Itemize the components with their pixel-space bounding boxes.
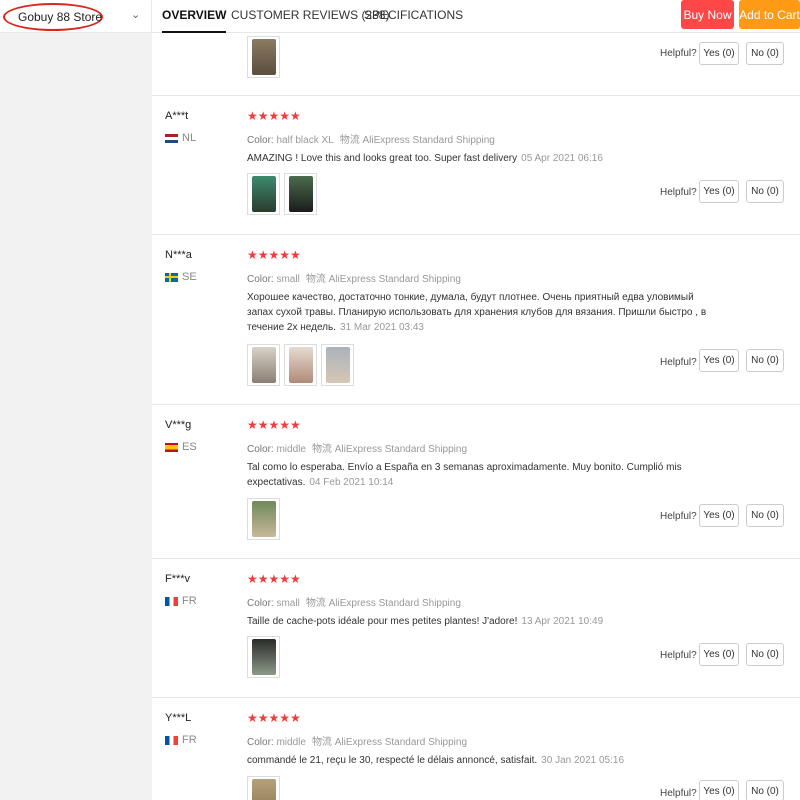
reviewer-name: A***t (165, 110, 189, 122)
helpful-yes-button[interactable]: Yes (0) (699, 643, 739, 666)
flag-icon (165, 133, 178, 143)
helpful-no-button[interactable]: No (0) (746, 349, 784, 372)
reviewer-name: F***v (165, 573, 191, 585)
rating-stars: ★★★★★ (247, 109, 301, 123)
review-item: F***v FR ★★★★★ Color: small 物流 AliExpress… (152, 559, 800, 698)
left-panel (0, 33, 152, 800)
flag-icon (165, 442, 178, 452)
flag-icon (165, 735, 178, 745)
helpful-yes-button[interactable]: Yes (0) (699, 42, 739, 65)
review-item-previous: Helpful? Yes (0) No (0) (152, 33, 800, 96)
helpful-label: Helpful? (660, 187, 697, 198)
helpful-no-button[interactable]: No (0) (746, 504, 784, 527)
reviewer-name: V***g (165, 419, 192, 431)
helpful-yes-button[interactable]: Yes (0) (699, 349, 739, 372)
review-item: V***g ES ★★★★★ Color: middle 物流 AliExpres… (152, 405, 800, 559)
review-photo[interactable] (247, 776, 280, 800)
store-selector[interactable]: Gobuy 88 Store ⌄ (0, 0, 152, 33)
review-text: commandé le 21, reçu le 30, respecté le … (247, 755, 625, 766)
tab-specifications[interactable]: SPECIFICATIONS (364, 8, 463, 33)
top-navigation-bar: Gobuy 88 Store ⌄ OVERVIEW CUSTOMER REVIE… (0, 0, 800, 33)
add-to-cart-button[interactable]: Add to Cart (739, 0, 800, 29)
rating-stars: ★★★★★ (247, 418, 301, 432)
review-meta: Color: middle 物流 AliExpress Standard Ship… (247, 737, 468, 748)
review-text: Tal como lo esperaba. Envío a España en … (247, 462, 682, 488)
review-date: 05 Apr 2021 06:16 (521, 153, 603, 164)
helpful-label: Helpful? (660, 357, 697, 368)
review-text: Taille de cache-pots idéale pour mes pet… (247, 616, 604, 627)
review-photo[interactable] (247, 344, 280, 386)
review-date: 13 Apr 2021 10:49 (521, 616, 604, 627)
review-photo[interactable] (284, 173, 317, 215)
review-meta: Color: small 物流 AliExpress Standard Shipp… (247, 274, 461, 285)
review-meta: Color: middle 物流 AliExpress Standard Ship… (247, 444, 468, 455)
tab-overview[interactable]: OVERVIEW (162, 8, 227, 33)
review-date: 30 Jan 2021 05:16 (541, 755, 625, 766)
review-photo[interactable] (321, 344, 354, 386)
flag-icon (165, 272, 178, 282)
reviewer-country: SE (165, 271, 197, 283)
helpful-no-button[interactable]: No (0) (746, 180, 784, 203)
review-meta: Color: half black XL 物流 AliExpress Standa… (247, 135, 495, 146)
helpful-label: Helpful? (660, 48, 697, 59)
rating-stars: ★★★★★ (247, 711, 301, 725)
review-photo[interactable] (247, 636, 280, 678)
reviewer-country: FR (165, 595, 197, 607)
helpful-label: Helpful? (660, 788, 697, 799)
reviewer-country: ES (165, 441, 197, 453)
review-date: 31 Mar 2021 03:43 (340, 322, 424, 333)
reviewer-country: NL (165, 132, 196, 144)
review-item: Y***L FR ★★★★★ Color: middle 物流 AliExpres… (152, 698, 800, 800)
helpful-no-button[interactable]: No (0) (746, 643, 784, 666)
reviewer-country: FR (165, 734, 197, 746)
helpful-yes-button[interactable]: Yes (0) (699, 504, 739, 527)
helpful-yes-button[interactable]: Yes (0) (699, 780, 739, 800)
store-name[interactable]: Gobuy 88 Store (18, 10, 102, 24)
chevron-down-icon[interactable]: ⌄ (131, 8, 140, 21)
review-photo[interactable] (247, 173, 280, 215)
rating-stars: ★★★★★ (247, 248, 301, 262)
reviewer-name: N***a (165, 249, 192, 261)
helpful-no-button[interactable]: No (0) (746, 780, 784, 800)
reviewer-name: Y***L (165, 712, 192, 724)
rating-stars: ★★★★★ (247, 572, 301, 586)
review-text: AMAZING ! Love this and looks great too.… (247, 153, 603, 164)
flag-icon (165, 596, 178, 606)
review-item: N***a SE ★★★★★ Color: small 物流 AliExpress… (152, 235, 800, 405)
review-photo[interactable] (247, 498, 280, 540)
review-meta: Color: small 物流 AliExpress Standard Shipp… (247, 598, 461, 609)
review-item: A***t NL ★★★★★ Color: half black XL 物流 Al… (152, 96, 800, 235)
helpful-label: Helpful? (660, 511, 697, 522)
helpful-no-button[interactable]: No (0) (746, 42, 784, 65)
review-photo[interactable] (247, 36, 280, 78)
review-text: Хорошее качество, достаточно тонкие, дум… (247, 292, 707, 333)
helpful-yes-button[interactable]: Yes (0) (699, 180, 739, 203)
review-date: 04 Feb 2021 10:14 (309, 477, 394, 488)
buy-now-button[interactable]: Buy Now (681, 0, 734, 29)
review-photo[interactable] (284, 344, 317, 386)
helpful-label: Helpful? (660, 650, 697, 661)
